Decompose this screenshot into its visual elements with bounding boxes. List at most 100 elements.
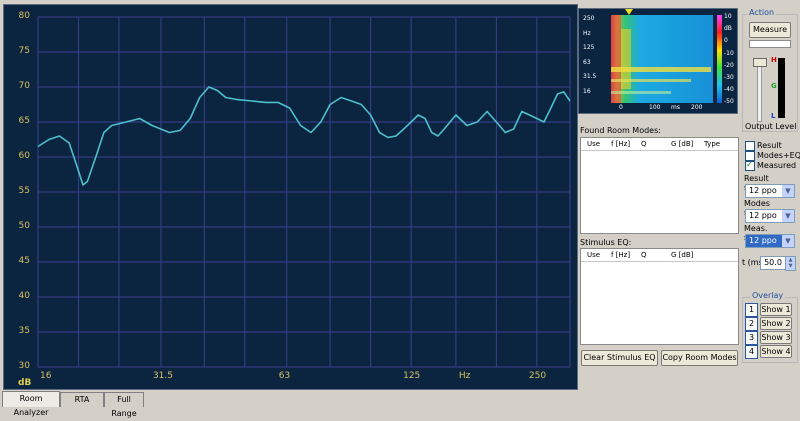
x-axis-unit-label: Hz (458, 371, 471, 381)
time-input[interactable]: 50.0 (760, 256, 786, 270)
waterfall-x-label: 0 (619, 104, 623, 111)
x-tick-label: 125 (403, 371, 421, 381)
waterfall-scale-label: 0 (724, 37, 728, 45)
waterfall-x-label: ms (671, 104, 680, 111)
measure-button[interactable]: Measure (749, 22, 791, 38)
waterfall-scale-label: 10 (724, 13, 732, 20)
tab-room-analyzer[interactable]: Room Analyzer (2, 391, 60, 417)
waterfall-y-label: 125 (583, 44, 595, 51)
show-2-button[interactable]: Show 2 (760, 317, 792, 330)
col-freq: f [Hz] (611, 140, 631, 148)
table-header: Use f [Hz] Q G [dB] Type (581, 138, 738, 151)
col-q: Q (641, 140, 647, 148)
measured-checkbox[interactable]: ✓ (745, 160, 755, 171)
result-checkbox-label: Result (757, 141, 782, 150)
output-level-meter (778, 58, 785, 118)
y-tick-label: 45 (18, 256, 30, 266)
show-1-button[interactable]: Show 1 (760, 303, 792, 316)
x-tick-label: 250 (528, 371, 547, 381)
col-type: Type (704, 140, 721, 148)
waterfall-y-label: Hz (583, 29, 591, 37)
measured-checkbox-label: Measured (757, 161, 797, 170)
result-smooth-select[interactable]: 12 ppo ▼ (745, 184, 795, 198)
col-q: Q (641, 251, 647, 259)
check-mark-icon: ✓ (746, 160, 753, 169)
y-tick-label: 35 (18, 326, 30, 336)
x-tick-label: 31.5 (152, 371, 173, 381)
x-tick-label: 16 (40, 371, 52, 381)
y-tick-label: 50 (18, 221, 30, 231)
output-level-label: Output Level (745, 122, 797, 131)
waterfall-scale-label: -10 (724, 49, 734, 57)
y-tick-label: 30 (18, 361, 30, 371)
chevron-down-icon: ▼ (782, 185, 794, 197)
y-tick-label: 75 (18, 46, 30, 56)
waterfall-x-label: 100 (649, 104, 661, 111)
meas-smooth-select[interactable]: 12 ppo ▼ (745, 234, 795, 248)
waterfall-plot[interactable]: 250 Hz 125 63 31.5 16 0 100 ms 200 10 dB 0 -10 -20 -3… (578, 8, 738, 114)
col-gain: G [dB] (671, 140, 694, 148)
waterfall-scale-label: -30 (724, 74, 734, 81)
plot-curve-group (37, 86, 571, 186)
overlay-title: Overlay (750, 291, 786, 300)
waterfall-canvas (611, 9, 722, 103)
y-tick-label: 70 (18, 81, 30, 91)
chevron-down-icon: ▼ (782, 210, 794, 222)
show-4-button[interactable]: Show 4 (760, 345, 792, 358)
action-title: Action (747, 8, 777, 17)
meas-smooth-value: 12 ppo (749, 236, 777, 245)
modes-smooth-value: 12 ppo (749, 211, 777, 220)
stimulus-eq-table[interactable]: Use f [Hz] Q G [dB] (580, 248, 739, 345)
output-level-slider-handle[interactable] (753, 58, 767, 67)
progress-bar (749, 40, 791, 48)
col-use: Use (587, 251, 601, 259)
show-3-button[interactable]: Show 3 (760, 331, 792, 344)
y-tick-label: 60 (18, 151, 30, 161)
output-level-slider-track[interactable] (757, 58, 762, 122)
waterfall-scale-label: dB (724, 25, 732, 33)
unit-label: dB (18, 378, 32, 388)
plot-grid (37, 16, 571, 368)
found-room-modes-table[interactable]: Use f [Hz] Q G [dB] Type (580, 137, 739, 234)
tab-rta[interactable]: RTA (60, 392, 104, 407)
plot-canvas (37, 16, 571, 368)
bottom-tab-bar: Room Analyzer RTA Full Range (0, 391, 800, 418)
waterfall-x-label: 200 (691, 104, 703, 111)
x-tick-label: 63 (278, 371, 291, 381)
chevron-down-icon: ▼ (782, 235, 794, 247)
table-header: Use f [Hz] Q G [dB] (581, 249, 738, 262)
copy-room-modes-button[interactable]: Copy Room Modes (661, 350, 738, 366)
meter-label-good: G (771, 82, 777, 90)
modes-smooth-select[interactable]: 12 ppo ▼ (745, 209, 795, 223)
waterfall-scale-label: -20 (724, 61, 734, 69)
modes-eq-checkbox-label: Modes+EQ (757, 151, 800, 160)
y-tick-label: 55 (18, 186, 30, 196)
result-smooth-value: 12 ppo (749, 186, 777, 195)
waterfall-y-label: 31.5 (583, 73, 597, 80)
col-freq: f [Hz] (611, 251, 631, 259)
result-checkbox[interactable] (745, 141, 755, 151)
waterfall-scale-label: -40 (724, 86, 734, 94)
y-tick-label: 80 (18, 11, 30, 21)
overlay-slot-2[interactable]: 2 (745, 317, 758, 331)
measured-response-line (37, 86, 571, 186)
time-spinner[interactable]: ▲ ▼ (785, 256, 796, 271)
waterfall-y-label: 16 (583, 87, 591, 95)
y-tick-label: 65 (18, 116, 30, 126)
overlay-slot-4[interactable]: 4 (745, 345, 758, 359)
col-gain: G [dB] (671, 251, 694, 259)
y-tick-label: 40 (18, 291, 30, 301)
clear-stimulus-eq-button[interactable]: Clear Stimulus EQ (581, 350, 658, 366)
overlay-slot-1[interactable]: 1 (745, 303, 758, 317)
meter-label-high: H (771, 56, 777, 64)
tab-full-range[interactable]: Full Range (104, 392, 144, 418)
found-room-modes-title: Found Room Modes: (580, 126, 661, 135)
waterfall-scale-label: -50 (724, 98, 734, 106)
col-use: Use (587, 140, 601, 148)
frequency-response-plot[interactable]: 30 35 40 45 50 55 60 65 70 75 80 16 31.5 63 125 Hz 250 … (3, 4, 578, 390)
overlay-slot-3[interactable]: 3 (745, 331, 758, 345)
waterfall-y-label: 250 (583, 15, 595, 22)
meter-label-low: L (771, 112, 776, 120)
stimulus-eq-title: Stimulus EQ: (580, 238, 632, 247)
waterfall-y-label: 63 (583, 58, 591, 66)
